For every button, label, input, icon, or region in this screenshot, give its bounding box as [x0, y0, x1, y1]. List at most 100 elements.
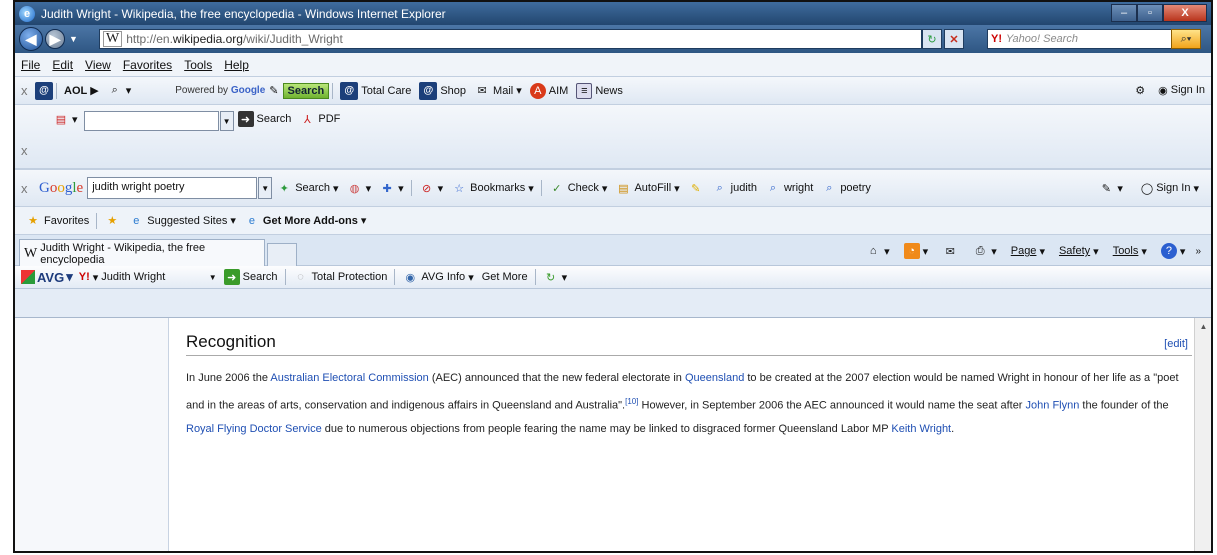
- total-protection-button[interactable]: ◌ Total Protection: [289, 269, 392, 285]
- mail-button[interactable]: ✉ Mail ▾: [470, 83, 526, 99]
- home-button[interactable]: ⌂ ▾: [861, 243, 894, 259]
- vertical-scrollbar[interactable]: ▲: [1194, 318, 1211, 551]
- get-more-button[interactable]: Get More: [478, 271, 532, 283]
- read-mail-button[interactable]: ✉: [938, 243, 962, 259]
- aol-icon[interactable]: @: [35, 81, 53, 100]
- close-toolbar-icon[interactable]: x: [21, 83, 35, 98]
- tab-row: W Judith Wright - Wikipedia, the free en…: [15, 235, 1211, 267]
- avg-search-input[interactable]: Y! ▾ Judith Wright: [79, 271, 209, 284]
- chevron-more-icon[interactable]: »: [1195, 246, 1201, 257]
- google-g-icon: ✦: [279, 182, 289, 195]
- refresh-icon[interactable]: ↻: [922, 29, 942, 49]
- avg-search-button[interactable]: ➜ Search: [220, 269, 282, 285]
- pen-icon[interactable]: ✎: [265, 84, 282, 97]
- add-favorite-button[interactable]: ★: [100, 213, 124, 229]
- forward-button[interactable]: ▶: [45, 29, 65, 49]
- page-content: Recognition [edit] In June 2006 the Aust…: [15, 317, 1211, 551]
- favorites-star-icon: ★: [28, 215, 38, 227]
- link-john-flynn[interactable]: John Flynn: [1026, 400, 1080, 412]
- menu-edit[interactable]: Edit: [52, 58, 73, 72]
- popup-blocker-button[interactable]: ◍ ▾: [343, 180, 376, 196]
- pdf-options-dropdown[interactable]: ▤ ▾: [49, 111, 82, 127]
- aol-button[interactable]: AOL ▶: [60, 84, 103, 98]
- google-right-controls: ✎ ▾ ◯ Sign In ▾: [1094, 180, 1203, 196]
- pdf-button[interactable]: ⅄ PDF: [295, 111, 344, 127]
- aol-search-button[interactable]: Search: [282, 82, 330, 99]
- autofill-icon: ▤: [618, 182, 629, 195]
- pdf-search-input[interactable]: [83, 111, 219, 131]
- link-aec[interactable]: Australian Electoral Commission: [270, 372, 428, 384]
- print-button[interactable]: ⎙ ▾: [968, 243, 1001, 259]
- close-button[interactable]: X: [1163, 4, 1207, 22]
- avg-extra-button[interactable]: ↻ ▾: [539, 269, 572, 285]
- spellcheck-icon: ✓: [552, 182, 562, 195]
- bookmarks-button[interactable]: ☆ Bookmarks ▾: [447, 180, 538, 196]
- google-search-input[interactable]: judith wright poetry: [87, 177, 258, 199]
- total-care-button[interactable]: @ Total Care: [336, 81, 415, 100]
- term-poetry-button[interactable]: ⌕ poetry: [817, 180, 875, 196]
- pdf-search-button[interactable]: ➜ Search: [234, 111, 296, 127]
- page-menu[interactable]: Page ▾: [1007, 245, 1049, 258]
- menu-view[interactable]: View: [85, 58, 111, 72]
- maximize-button[interactable]: ▫: [1137, 4, 1163, 22]
- history-dropdown[interactable]: ▼: [69, 34, 78, 44]
- link-keith-wright[interactable]: Keith Wright: [891, 423, 951, 435]
- address-controls: ↻ ✕: [922, 29, 964, 49]
- aim-icon: A: [529, 82, 546, 99]
- wrench-button[interactable]: ✎ ▾: [1094, 180, 1127, 196]
- term-judith-button[interactable]: ⌕ judith: [708, 180, 761, 196]
- minimize-button[interactable]: –: [1111, 4, 1137, 22]
- menu-bar: File Edit View Favorites Tools Help: [15, 53, 1211, 77]
- menu-tools[interactable]: Tools: [184, 58, 212, 72]
- edit-link[interactable]: [edit]: [1164, 338, 1188, 350]
- aol-search-dropdown[interactable]: ⌕ ▾: [103, 83, 136, 99]
- yahoo-search-input[interactable]: Y! Yahoo! Search: [987, 29, 1189, 49]
- addons-button[interactable]: e Get More Add-ons ▾: [240, 213, 370, 229]
- plus-button[interactable]: ✚ ▾: [375, 180, 408, 196]
- stop-icon[interactable]: ✕: [944, 29, 964, 49]
- avg-info-button[interactable]: ◉ AVG Info ▾: [398, 269, 477, 285]
- aol-sign-in-button[interactable]: ◉ Sign In: [1154, 84, 1209, 97]
- highlight-button[interactable]: ✎: [684, 180, 708, 196]
- google-sign-in-button[interactable]: ◯ Sign In ▾: [1137, 182, 1203, 195]
- new-tab-button[interactable]: [267, 243, 297, 266]
- safety-menu[interactable]: Safety ▾: [1055, 245, 1103, 258]
- autofill-button[interactable]: ▤ AutoFill ▾: [611, 180, 683, 196]
- aol-toolbar: x @ AOL ▶ ⌕ ▾ Powered by Google ✎ Search @…: [15, 77, 1211, 105]
- tools-menu[interactable]: Tools ▾: [1109, 245, 1151, 258]
- help-button[interactable]: ? ▾: [1157, 243, 1190, 259]
- link-queensland[interactable]: Queensland: [685, 372, 744, 384]
- feeds-button[interactable]: ◔ ▾: [900, 243, 933, 259]
- google-search-button[interactable]: ✦ Search ▾: [272, 180, 342, 196]
- term-wright-button[interactable]: ⌕ wright: [761, 180, 817, 196]
- link-rfds[interactable]: Royal Flying Doctor Service: [186, 423, 322, 435]
- menu-help[interactable]: Help: [224, 58, 249, 72]
- close-pdf-toolbar-icon[interactable]: x: [21, 143, 35, 158]
- blocked-button[interactable]: ⊘ ▾: [415, 180, 448, 196]
- shop-button[interactable]: @ Shop: [415, 81, 470, 100]
- aim-button[interactable]: A AIM: [526, 82, 573, 99]
- search-go-button[interactable]: ⌕▾: [1171, 29, 1201, 49]
- tab-judith-wright[interactable]: W Judith Wright - Wikipedia, the free en…: [19, 239, 265, 267]
- address-bar[interactable]: W http://en. wikipedia.org/wiki/Judith_Wr…: [99, 29, 922, 49]
- back-button[interactable]: ◀: [19, 27, 43, 51]
- favorites-button[interactable]: ★ Favorites: [21, 213, 93, 229]
- reference-link[interactable]: [10]: [625, 397, 638, 406]
- mail-icon: ✉: [945, 245, 955, 258]
- spellcheck-button[interactable]: ✓ Check ▾: [545, 180, 612, 196]
- home-icon: ⌂: [869, 245, 877, 257]
- pdf-toolbar: ▤ ▾ ▼ ➜ Search ⅄ PDF x: [15, 105, 1211, 169]
- pdf-search-dropdown[interactable]: ▼: [219, 111, 234, 131]
- close-google-toolbar-icon[interactable]: x: [21, 181, 35, 196]
- google-toolbar: x Google judith wright poetry ▼ ✦ Search …: [15, 169, 1211, 207]
- gear-icon[interactable]: ⚙: [1132, 82, 1148, 98]
- suggested-sites-button[interactable]: e Suggested Sites ▾: [124, 213, 240, 229]
- scroll-up-icon[interactable]: ▲: [1195, 318, 1211, 335]
- google-search-dropdown[interactable]: ▼: [258, 177, 273, 199]
- avg-search-dropdown[interactable]: ▼: [209, 273, 217, 282]
- ie-icon: e: [133, 214, 140, 227]
- menu-file[interactable]: File: [21, 58, 40, 72]
- news-button[interactable]: ≡ News: [572, 82, 627, 99]
- menu-favorites[interactable]: Favorites: [123, 58, 172, 72]
- avg-logo[interactable]: AVG ▾: [21, 269, 73, 285]
